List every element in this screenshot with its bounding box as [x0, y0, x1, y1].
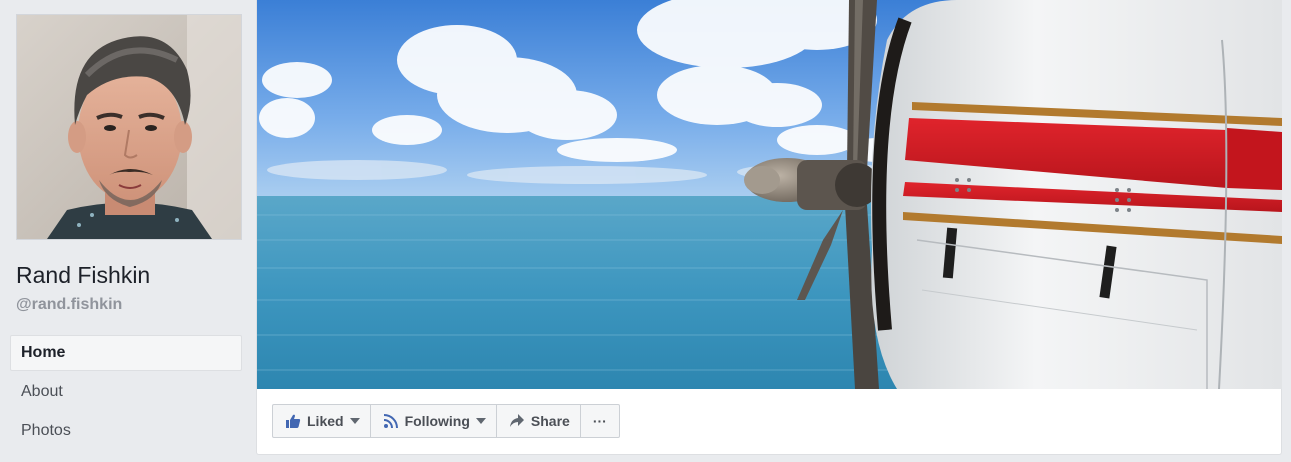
- liked-button[interactable]: Liked: [273, 405, 371, 437]
- profile-handle[interactable]: @rand.fishkin: [16, 296, 122, 314]
- more-dots-icon: ···: [592, 413, 607, 429]
- caret-down-icon: [475, 418, 486, 424]
- profile-avatar[interactable]: [16, 14, 242, 240]
- share-arrow-icon: [509, 413, 525, 429]
- sidebar-nav: Home About Photos: [10, 335, 242, 452]
- following-label: Following: [404, 413, 470, 429]
- liked-label: Liked: [307, 413, 344, 429]
- following-button[interactable]: Following: [371, 405, 497, 437]
- page-actions-bar: Liked Following Share ···: [272, 404, 620, 438]
- cover-photo[interactable]: [257, 0, 1282, 389]
- share-label: Share: [530, 413, 570, 429]
- sidebar-item-about[interactable]: About: [10, 374, 242, 410]
- profile-name[interactable]: Rand Fishkin: [16, 262, 150, 289]
- left-sidebar: Rand Fishkin @rand.fishkin Home About Ph…: [0, 0, 256, 462]
- sidebar-item-home[interactable]: Home: [10, 335, 242, 371]
- thumbs-up-icon: [285, 413, 301, 429]
- profile-photo: [17, 15, 241, 239]
- caret-down-icon: [349, 418, 360, 424]
- cover-image: [257, 0, 1282, 389]
- more-options-button[interactable]: ···: [581, 405, 619, 437]
- share-button[interactable]: Share: [497, 405, 581, 437]
- page-header-card: Liked Following Share ···: [256, 0, 1282, 455]
- sidebar-item-photos[interactable]: Photos: [10, 413, 242, 449]
- rss-feed-icon: [383, 413, 399, 429]
